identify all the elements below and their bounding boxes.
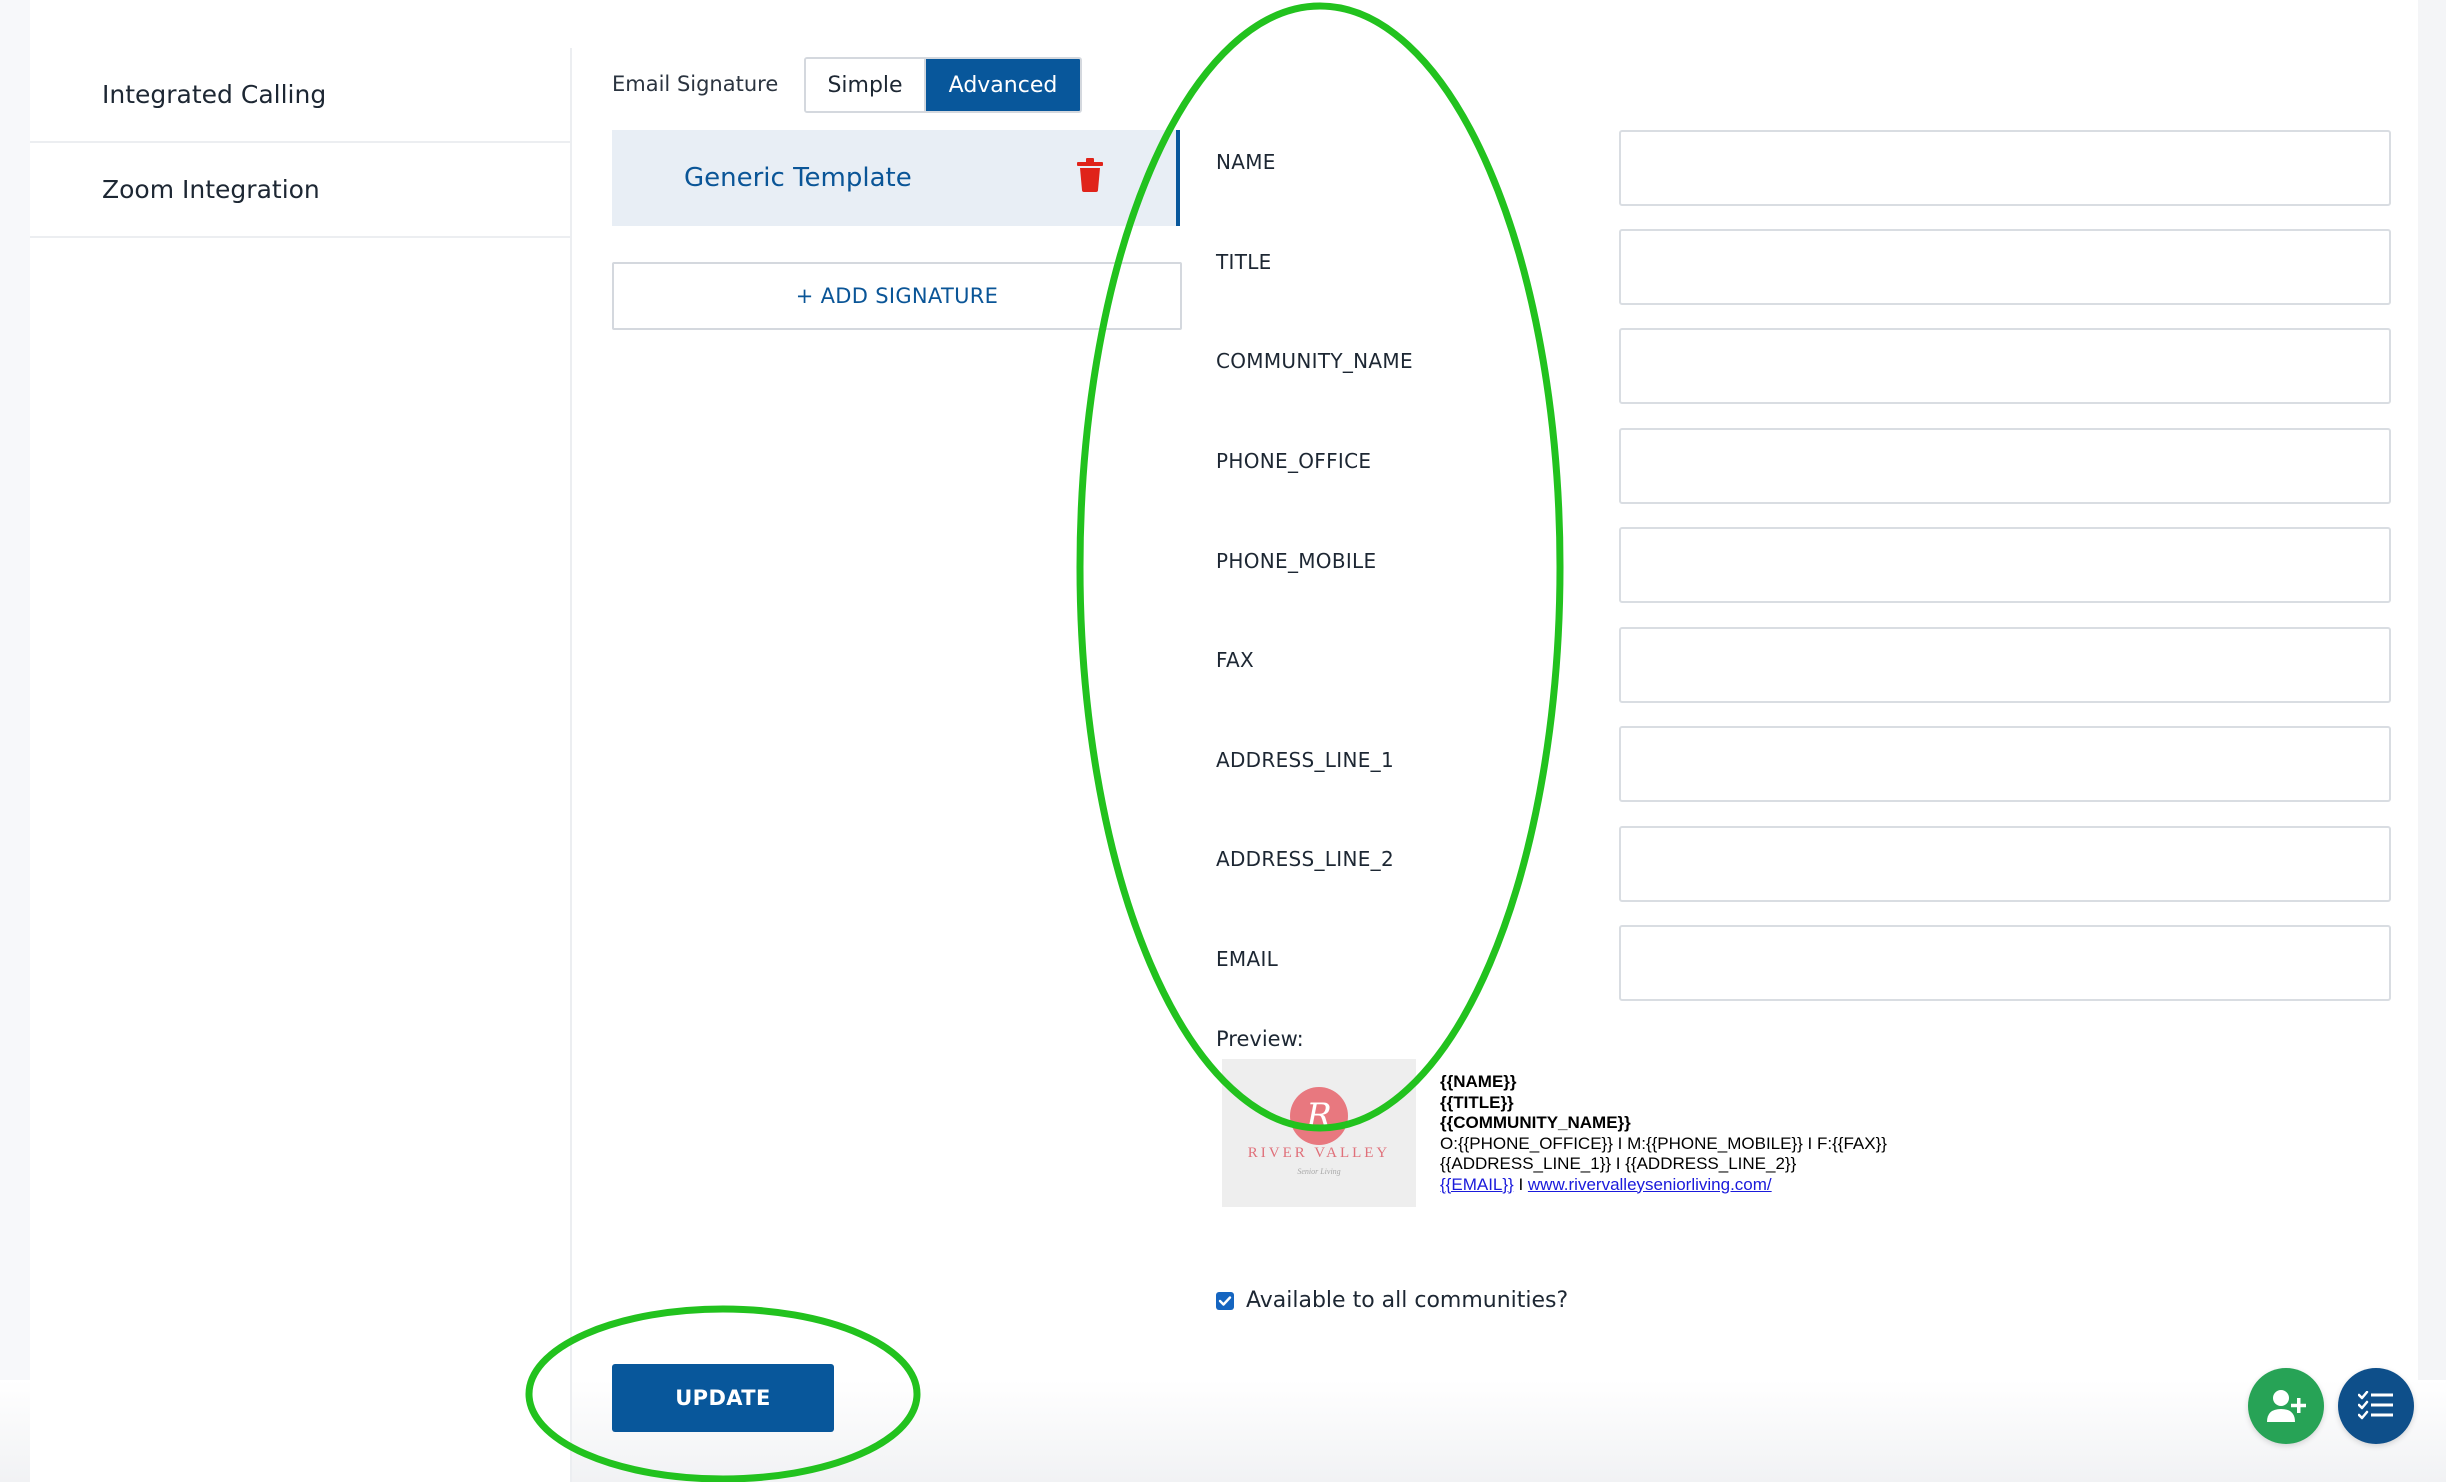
preview-link-separator: I	[1513, 1174, 1528, 1194]
update-button[interactable]: UPDATE	[612, 1364, 834, 1432]
preview-title-line: {{TITLE}}	[1440, 1092, 1514, 1112]
simple-mode-button[interactable]: Simple	[806, 59, 926, 111]
field-label-email: EMAIL	[1216, 947, 1279, 971]
preview-phones-line: O:{{PHONE_OFFICE}} I M:{{PHONE_MOBILE}} …	[1440, 1133, 1887, 1153]
logo-monogram: R	[1290, 1087, 1348, 1145]
field-label-name: NAME	[1216, 150, 1276, 174]
add-signature-button[interactable]: + ADD SIGNATURE	[612, 262, 1182, 330]
field-label-address-line-2: ADDRESS_LINE_2	[1216, 847, 1394, 871]
field-label-address-line-1: ADDRESS_LINE_1	[1216, 748, 1394, 772]
logo-text: RIVER VALLEY	[1247, 1145, 1391, 1161]
preview-address-line: {{ADDRESS_LINE_1}} I {{ADDRESS_LINE_2}}	[1440, 1154, 1797, 1173]
template-name: Generic Template	[684, 163, 912, 193]
company-logo: R RIVER VALLEY Senior Living	[1222, 1059, 1416, 1207]
email-signature-label: Email Signature	[612, 72, 779, 96]
task-list-icon	[2358, 1391, 2393, 1420]
left-gutter	[0, 0, 30, 1482]
phone-office-input[interactable]	[1619, 428, 2391, 504]
sidebar-item-label: Zoom Integration	[102, 175, 320, 204]
title-input[interactable]	[1619, 229, 2391, 305]
phone-mobile-input[interactable]	[1619, 527, 2391, 603]
preview-links-line: {{EMAIL}} I www.rivervalleyseniorliving.…	[1440, 1175, 1887, 1196]
preview-name-line: {{NAME}}	[1440, 1072, 1517, 1091]
logo-subtext: Senior Living	[1297, 1167, 1341, 1176]
signature-template-item[interactable]: Generic Template	[612, 130, 1180, 226]
field-label-community-name: COMMUNITY_NAME	[1216, 349, 1413, 373]
available-all-communities-checkbox[interactable]	[1216, 1291, 1234, 1310]
preview-community-line: {{COMMUNITY_NAME}}	[1440, 1113, 1631, 1132]
available-all-communities-label: Available to all communities?	[1246, 1288, 1569, 1313]
sidebar-item-label: Integrated Calling	[102, 80, 327, 109]
field-label-phone-mobile: PHONE_MOBILE	[1216, 549, 1377, 573]
checkmark-icon	[1218, 1295, 1232, 1306]
name-input[interactable]	[1619, 130, 2391, 206]
available-all-communities-row: Available to all communities?	[1216, 1288, 1568, 1313]
address-line-2-input[interactable]	[1619, 826, 2391, 902]
sidebar-item-integrated-calling[interactable]: Integrated Calling	[30, 48, 570, 143]
signature-mode-toggle: Simple Advanced	[804, 57, 1082, 113]
right-gutter	[2418, 0, 2446, 1482]
address-line-1-input[interactable]	[1619, 726, 2391, 802]
email-input[interactable]	[1619, 925, 2391, 1001]
fax-input[interactable]	[1619, 627, 2391, 703]
task-list-button[interactable]	[2338, 1368, 2414, 1444]
settings-sidebar: Integrated Calling Zoom Integration	[30, 48, 572, 1482]
field-label-title: TITLE	[1216, 250, 1272, 274]
community-name-input[interactable]	[1619, 328, 2391, 404]
advanced-mode-button[interactable]: Advanced	[926, 59, 1080, 111]
sidebar-item-zoom-integration[interactable]: Zoom Integration	[30, 143, 570, 238]
trash-icon[interactable]	[1076, 158, 1104, 192]
field-label-phone-office: PHONE_OFFICE	[1216, 449, 1372, 473]
preview-website-link[interactable]: www.rivervalleyseniorliving.com/	[1528, 1175, 1772, 1194]
add-user-icon	[2267, 1390, 2306, 1422]
preview-label: Preview:	[1216, 1027, 1304, 1051]
preview-email-link[interactable]: {{EMAIL}}	[1440, 1175, 1514, 1194]
add-user-button[interactable]	[2248, 1368, 2324, 1444]
field-label-fax: FAX	[1216, 648, 1254, 672]
signature-preview: {{NAME}} {{TITLE}} {{COMMUNITY_NAME}} O:…	[1440, 1072, 1887, 1195]
